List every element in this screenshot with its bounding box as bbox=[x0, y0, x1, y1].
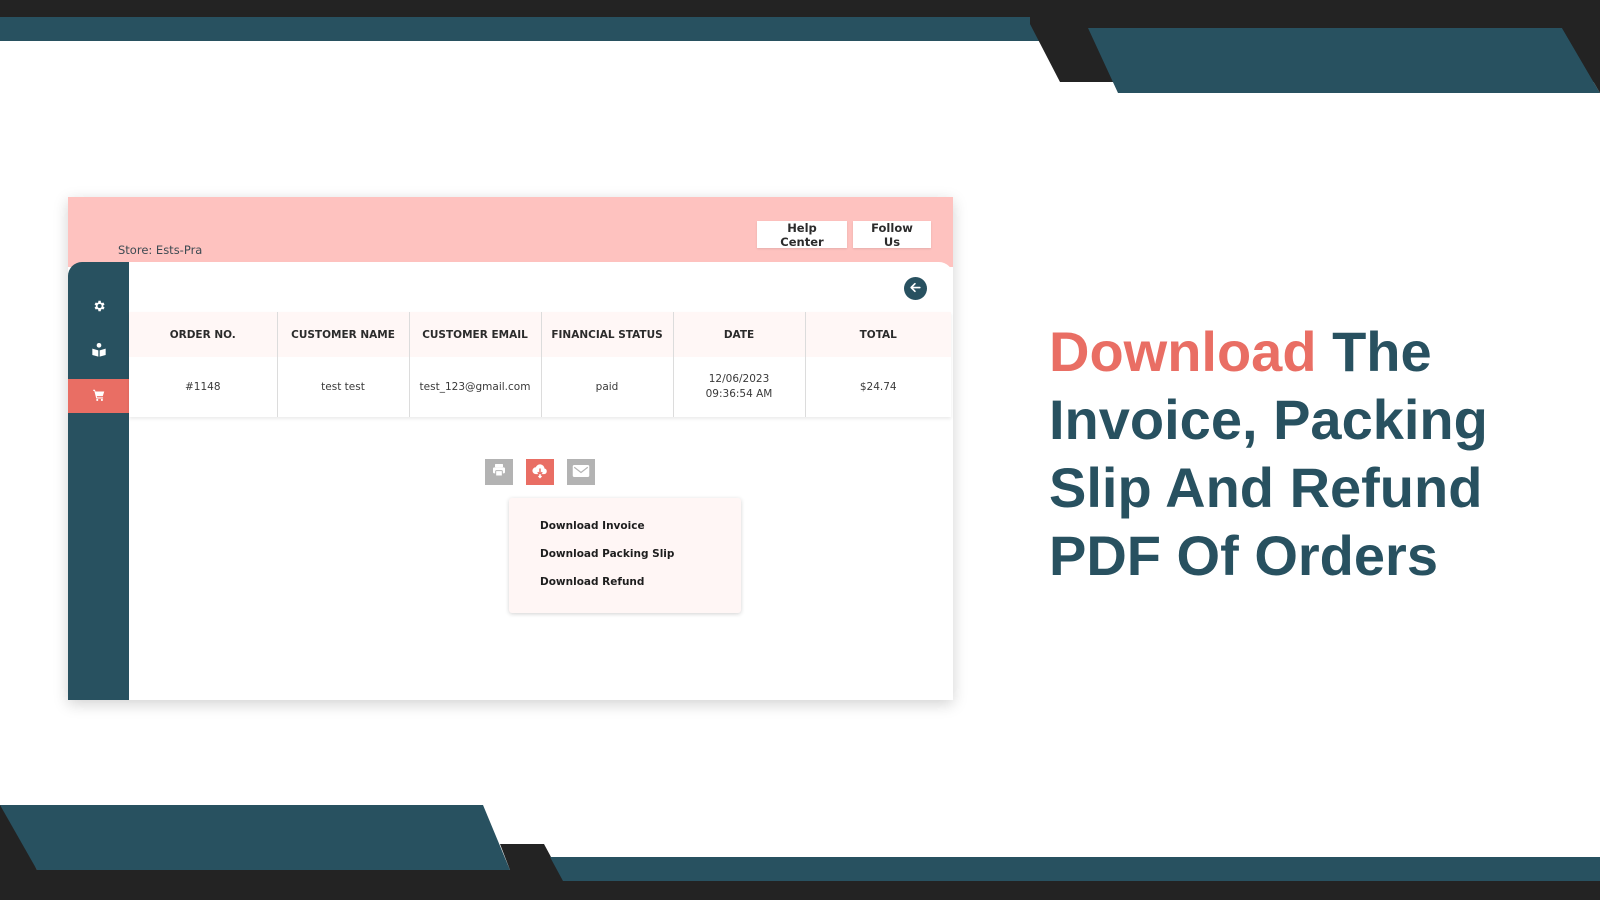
column-header-total: TOTAL bbox=[804, 312, 951, 357]
arrow-left-icon bbox=[909, 279, 922, 298]
cell-date-day: 12/06/2023 bbox=[708, 373, 770, 385]
top-teal-block bbox=[1088, 28, 1600, 93]
cell-date-time: 09:36:54 AM bbox=[705, 388, 773, 400]
order-actions bbox=[485, 459, 595, 485]
download-button[interactable] bbox=[526, 459, 554, 485]
orders-table: ORDER NO. CUSTOMER NAME CUSTOMER EMAIL F… bbox=[129, 312, 951, 417]
cell-date: 12/06/2023 09:36:54 AM bbox=[672, 357, 805, 417]
print-button[interactable] bbox=[485, 459, 513, 485]
back-button[interactable] bbox=[904, 277, 927, 300]
store-label: Store: Ests-Pra bbox=[118, 243, 203, 257]
menu-item-download-invoice[interactable]: Download Invoice bbox=[540, 520, 741, 548]
bottom-teal-block bbox=[0, 805, 510, 870]
cell-customer-email: test_123@gmail.com bbox=[408, 357, 541, 417]
download-dropdown-menu: Download Invoice Download Packing Slip D… bbox=[509, 498, 741, 613]
top-teal-strip bbox=[0, 17, 1048, 41]
cart-icon bbox=[92, 387, 106, 406]
cell-customer-name: test test bbox=[276, 357, 409, 417]
follow-us-button[interactable]: Follow Us bbox=[853, 221, 931, 249]
gear-icon bbox=[92, 298, 106, 317]
table-header-row: ORDER NO. CUSTOMER NAME CUSTOMER EMAIL F… bbox=[129, 312, 951, 357]
app-header: Store: Ests-Pra Help Center Follow Us bbox=[68, 197, 953, 267]
sidebar-item-guide[interactable] bbox=[68, 335, 129, 369]
headline-accent: Download bbox=[1049, 320, 1317, 383]
bottom-teal-strip bbox=[550, 857, 1600, 881]
sidebar bbox=[68, 262, 129, 700]
printer-icon bbox=[491, 462, 507, 482]
column-header-customer-email: CUSTOMER EMAIL bbox=[408, 312, 541, 357]
column-header-financial-status: FINANCIAL STATUS bbox=[540, 312, 673, 357]
column-header-order-no: ORDER NO. bbox=[129, 312, 277, 357]
main-content: ORDER NO. CUSTOMER NAME CUSTOMER EMAIL F… bbox=[129, 262, 953, 700]
menu-item-download-refund[interactable]: Download Refund bbox=[540, 576, 741, 604]
column-header-date: DATE bbox=[672, 312, 805, 357]
column-header-customer-name: CUSTOMER NAME bbox=[276, 312, 409, 357]
reader-icon bbox=[91, 342, 107, 362]
table-row[interactable]: #1148 test test test_123@gmail.com paid … bbox=[129, 357, 951, 417]
email-button[interactable] bbox=[567, 459, 595, 485]
sidebar-item-orders[interactable] bbox=[68, 379, 129, 413]
envelope-icon bbox=[572, 463, 590, 482]
app-panel: Store: Ests-Pra Help Center Follow Us OR… bbox=[68, 197, 953, 700]
feature-headline: Download The Invoice, Packing Slip And R… bbox=[1049, 318, 1549, 590]
menu-item-download-packing-slip[interactable]: Download Packing Slip bbox=[540, 548, 741, 576]
cloud-download-icon bbox=[531, 461, 549, 483]
cell-order-no: #1148 bbox=[129, 357, 277, 417]
cell-total: $24.74 bbox=[804, 357, 951, 417]
sidebar-item-settings[interactable] bbox=[68, 290, 129, 324]
cell-financial-status: paid bbox=[540, 357, 673, 417]
help-center-button[interactable]: Help Center bbox=[757, 221, 847, 249]
